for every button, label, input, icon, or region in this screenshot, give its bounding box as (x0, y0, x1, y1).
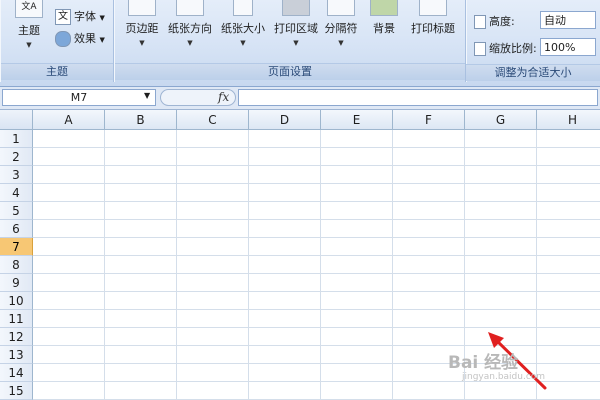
dropdown-arrow-icon: ▼ (338, 39, 344, 47)
breaks-icon (327, 0, 355, 16)
effects-button[interactable]: 效果 ▼ (55, 30, 105, 47)
effects-label: 效果 (74, 32, 96, 45)
print-titles-label: 打印标题 (411, 22, 455, 35)
row-header-15[interactable]: 15 (0, 382, 33, 400)
scale-row: 缩放比例: (474, 40, 537, 56)
breaks-button[interactable]: 分隔符 ▼ (321, 0, 361, 47)
row-header-7[interactable]: 7 (0, 238, 33, 256)
fx-icon[interactable]: fx (218, 90, 229, 104)
column-header-d[interactable]: D (249, 110, 321, 130)
row-header-9[interactable]: 9 (0, 274, 33, 292)
fonts-button[interactable]: 文字体 ▼ (55, 8, 105, 25)
fonts-label: 字体 (74, 10, 96, 23)
scale-icon (474, 42, 486, 56)
dropdown-arrow-icon[interactable]: ▼ (144, 91, 150, 100)
orientation-icon (176, 0, 204, 16)
page-setup-group-title: 页面设置 (115, 63, 465, 80)
margins-label: 页边距 (125, 22, 159, 35)
row-header-1[interactable]: 1 (0, 130, 33, 148)
background-icon (370, 0, 398, 16)
background-label: 背景 (373, 22, 395, 35)
orientation-label: 纸张方向 (168, 22, 212, 35)
print-area-label: 打印区域 (274, 22, 318, 35)
row-header-2[interactable]: 2 (0, 148, 33, 166)
size-button[interactable]: 纸张大小 ▼ (217, 0, 269, 47)
select-all-corner[interactable] (0, 110, 33, 130)
background-button[interactable]: 背景 (367, 0, 401, 36)
name-box[interactable]: M7 (2, 89, 156, 106)
breaks-label: 分隔符 (324, 22, 358, 35)
themes-icon: 文A (15, 0, 43, 18)
height-icon (474, 15, 486, 29)
column-header-g[interactable]: G (465, 110, 537, 130)
print-titles-button[interactable]: 打印标题 (405, 0, 461, 36)
row-header-14[interactable]: 14 (0, 364, 33, 382)
height-label: 高度: (489, 15, 515, 28)
row-header-4[interactable]: 4 (0, 184, 33, 202)
column-header-h[interactable]: H (537, 110, 600, 130)
themes-group-title: 主题 (1, 63, 113, 80)
dropdown-arrow-icon: ▼ (187, 39, 193, 47)
row-header-12[interactable]: 12 (0, 328, 33, 346)
column-header-f[interactable]: F (393, 110, 465, 130)
row-header-6[interactable]: 6 (0, 220, 33, 238)
page-setup-group: 页边距 ▼ 纸张方向 ▼ 纸张大小 ▼ 打印区域 ▼ 分隔符 ▼ 背景 打印标题… (114, 0, 466, 82)
column-header-b[interactable]: B (105, 110, 177, 130)
height-row: 高度: (474, 13, 515, 29)
size-icon (233, 0, 253, 16)
row-header-8[interactable]: 8 (0, 256, 33, 274)
row-header-11[interactable]: 11 (0, 310, 33, 328)
effects-icon (55, 31, 71, 47)
size-label: 纸张大小 (221, 22, 265, 35)
column-header-c[interactable]: C (177, 110, 249, 130)
row-header-13[interactable]: 13 (0, 346, 33, 364)
themes-label: 主题 (18, 24, 40, 37)
margins-icon (128, 0, 156, 16)
row-header-10[interactable]: 10 (0, 292, 33, 310)
height-input[interactable]: 自动 (540, 11, 596, 29)
column-header-e[interactable]: E (321, 110, 393, 130)
watermark-logo: Bai 经验 (448, 353, 519, 373)
scale-group-title: 调整为合适大小 (466, 64, 600, 81)
ribbon: 文A 主题 ▼ 文字体 ▼ 效果 ▼ 主题 页边距 ▼ 纸张方向 ▼ 纸张大小 … (0, 0, 600, 87)
scale-input[interactable]: 100% (540, 38, 596, 56)
themes-button[interactable]: 文A 主题 ▼ (9, 0, 49, 49)
formula-bar: M7 ▼ fx (0, 87, 600, 110)
print-area-button[interactable]: 打印区域 ▼ (271, 0, 321, 47)
print-titles-icon (419, 0, 447, 16)
print-area-icon (282, 0, 310, 16)
themes-group: 文A 主题 ▼ 文字体 ▼ 效果 ▼ 主题 (0, 0, 114, 82)
dropdown-arrow-icon: ▼ (240, 39, 246, 47)
fonts-icon: 文 (55, 9, 71, 25)
scale-label: 缩放比例: (489, 42, 537, 55)
row-header-3[interactable]: 3 (0, 166, 33, 184)
column-header-a[interactable]: A (33, 110, 105, 130)
watermark-url: jingyan.baidu.com (462, 372, 546, 382)
formula-input[interactable] (238, 89, 598, 106)
row-header-5[interactable]: 5 (0, 202, 33, 220)
dropdown-arrow-icon: ▼ (139, 39, 145, 47)
margins-button[interactable]: 页边距 ▼ (119, 0, 165, 47)
dropdown-arrow-icon: ▼ (293, 39, 299, 47)
dropdown-arrow-icon: ▼ (26, 41, 32, 49)
orientation-button[interactable]: 纸张方向 ▼ (165, 0, 215, 47)
